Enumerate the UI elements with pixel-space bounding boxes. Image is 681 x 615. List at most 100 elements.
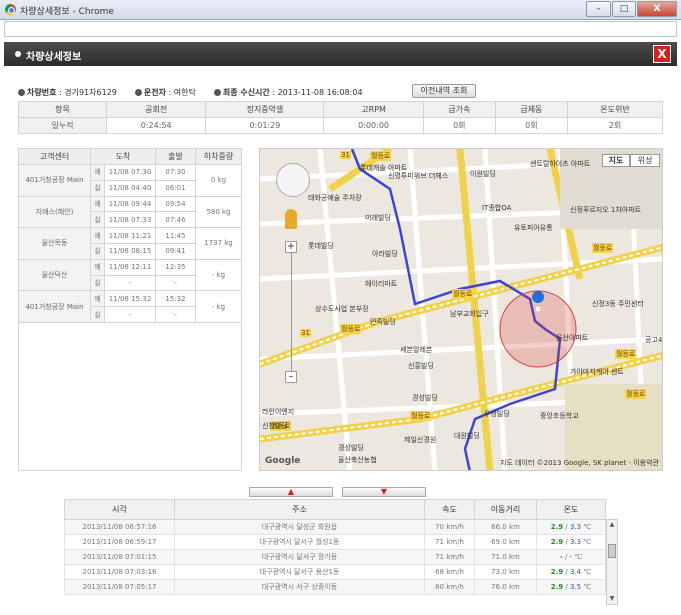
map-place-label: 세븐일레븐 [400, 346, 433, 354]
unload-weight: 0 kg [195, 164, 242, 197]
stats-value: 0:01:29 [205, 117, 325, 134]
stop-row[interactable]: 울산덕산 예 11/08 12:11 12:35- kg [18, 258, 242, 292]
window-titlebar: 차량상세정보 - Chrome – □ X [0, 0, 681, 20]
log-distance: 73.0 km [474, 564, 537, 580]
map-view[interactable]: 지도 위성 + – 31 31 월등로 월등로 월등로 월등로 월등로 월등로 … [259, 148, 663, 471]
pegman-icon[interactable] [285, 209, 297, 229]
log-header: 온도 [536, 499, 606, 520]
bullet-icon [15, 51, 21, 57]
map-place-label: 신흥빌딩 [408, 362, 434, 370]
maximize-button[interactable]: □ [612, 1, 636, 17]
temp-a: 2.9 [550, 538, 564, 546]
log-temperature: 2.9 / 3.4 ℃ [536, 564, 606, 580]
log-time: 2013/11/08 07:03:16 [64, 564, 175, 580]
stats-header: 정지중악셀 [205, 101, 325, 118]
temp-b: 3.4 [569, 568, 582, 576]
stop-row[interactable]: 401거창공장 Main 예 11/08 15:32 15:32- kg [18, 290, 242, 323]
map-place-label: IT종합OA [482, 204, 512, 212]
road-number: 31 [300, 329, 311, 337]
road-label: 월등로 [370, 151, 392, 161]
log-address: 대구광역시 서구 상중이동 [174, 579, 425, 595]
map-place-label: 중앙초등학교 [540, 412, 579, 420]
stats-value: 0회 [422, 117, 496, 134]
google-logo: Google [265, 456, 301, 466]
plan-label: 예 [90, 164, 105, 181]
stop-row[interactable]: 울산목동 예 11/08 11:21 11:45 1737 kg [18, 227, 242, 260]
table-row[interactable]: 2013/11/08 07:03:16 대구광역시 달서구 용산1동 68 km/h… [64, 564, 606, 580]
table-row[interactable]: 2013/11/08 07:05:17 대구광역시 서구 상중이동 80 km/h 7… [64, 579, 606, 595]
stats-value: 0:24:54 [105, 117, 207, 134]
actual-arrive: 11/08 08:15 [104, 242, 156, 260]
log-header: 속도 [424, 499, 475, 520]
temp-a: 2.9 [550, 568, 564, 576]
prev-button[interactable]: ▲ [249, 487, 333, 497]
unload-weight: - kg [195, 290, 242, 323]
bullet-icon [213, 88, 221, 96]
temp-unit: ℃ [583, 583, 592, 591]
zoom-in-button[interactable]: + [285, 241, 297, 253]
map-attribution[interactable]: 지도 데이터 ©2013 Google, SK planet - 이용약관 [500, 458, 659, 468]
map-place-label: 미래빌딩 [365, 214, 391, 222]
map-type-map-button[interactable]: 지도 [602, 154, 630, 167]
log-distance: 69.0 km [474, 534, 537, 550]
bullet-icon [134, 88, 142, 96]
plan-arrive: 11/08 07:30 [104, 164, 156, 181]
plan-arrive: 11/08 12:11 [104, 258, 156, 276]
stop-name: 지에스(해안) [18, 195, 91, 229]
location-log-table: 시각 주소 속도 이동거리 온도 2013/11/08 06:57:16 대구광역… [64, 499, 606, 595]
history-button[interactable]: 이전내역 조회 [412, 84, 476, 98]
log-temperature: 2.9 / 3.5 ℃ [536, 579, 606, 595]
road-label: 월등로 [592, 243, 614, 253]
log-scrollbar[interactable]: ▲ ▼ [606, 519, 618, 605]
pan-control-icon[interactable] [276, 163, 310, 197]
chrome-logo-icon [5, 4, 16, 15]
temp-b: 3.3 [569, 538, 582, 546]
stop-row[interactable]: 지에스(해안) 예 11/08 09:44 09:54 580 kg [18, 195, 242, 229]
scroll-up-icon[interactable]: ▲ [608, 521, 616, 529]
table-row[interactable]: 2013/11/08 06:57:16 대구광역시 달성군 화원읍 70 km/h 6… [64, 519, 606, 535]
road-label: 월등로 [452, 289, 474, 299]
actual-depart: - [155, 274, 196, 292]
log-speed: 71 km/h [424, 549, 475, 565]
table-row[interactable]: 2013/11/08 06:59:17 대구광역시 달서구 월성1동 71 km/h… [64, 534, 606, 550]
stop-row[interactable]: 401거창공장 Main 예 11/08 07:30 07:30 0 kg [18, 164, 242, 197]
actual-arrive: 11/08 04:40 [104, 179, 156, 197]
plan-label: 예 [90, 258, 105, 276]
next-button[interactable]: ▼ [342, 487, 426, 497]
daily-stats-table: 항목 공회전 정지중악셀 고RPM 급가속 급제동 온도위반 일누적 0:24:… [18, 101, 664, 134]
stop-name: 401거창공장 Main [18, 164, 91, 197]
scroll-thumb[interactable] [608, 544, 616, 558]
actual-label: 실 [90, 306, 105, 323]
map-place-label: 울산아파트 [556, 334, 589, 342]
scroll-down-icon[interactable]: ▼ [608, 595, 616, 603]
zoom-out-button[interactable]: – [285, 371, 297, 383]
unload-weight: - kg [195, 258, 242, 292]
temp-a: 2.9 [550, 583, 564, 591]
stats-row-label: 일누적 [18, 117, 107, 134]
map-type-satellite-button[interactable]: 위성 [630, 154, 660, 167]
temp-a: - [559, 553, 563, 561]
zoom-slider[interactable] [291, 253, 292, 371]
log-address: 대구광역시 달서구 장기동 [174, 549, 425, 565]
stats-value: 0회 [494, 117, 568, 134]
stats-value: 0:00:00 [323, 117, 424, 134]
actual-depart: - [155, 306, 196, 323]
map-place-label: 롯데캐슬 아파트 [360, 164, 408, 172]
panel-close-button[interactable]: X [653, 45, 671, 63]
minimize-button[interactable]: – [586, 1, 611, 17]
map-place-label: 이원빌딩 [470, 170, 496, 178]
table-row[interactable]: 2013/11/08 07:01:15 대구광역시 달서구 장기동 71 km/h 7… [64, 549, 606, 565]
stats-header: 고RPM [323, 101, 424, 118]
stats-header: 급제동 [494, 101, 568, 118]
map-place-label: 공고4 [645, 336, 663, 344]
log-speed: 70 km/h [424, 519, 475, 535]
map-place-label: 헤이리마트 [365, 280, 398, 288]
stats-header: 급가속 [422, 101, 496, 118]
window-close-button[interactable]: X [637, 1, 677, 17]
vehicle-number: 차량번호 : 경기91자6129 [18, 87, 117, 98]
road-number: 31 [340, 151, 351, 159]
stops-header: 도착 [90, 148, 156, 165]
actual-label: 실 [90, 179, 105, 197]
address-bar[interactable] [4, 21, 677, 37]
plan-arrive: 11/08 09:44 [104, 195, 156, 213]
